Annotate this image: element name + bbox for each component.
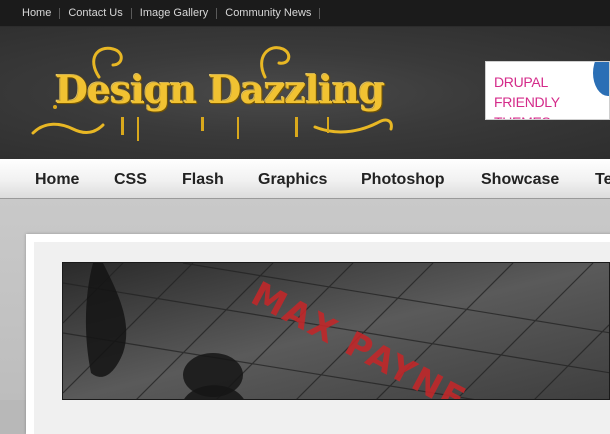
main-nav-truncated[interactable]: Te bbox=[595, 171, 610, 189]
top-nav: Home Contact Us Image Gallery Community … bbox=[13, 0, 321, 26]
top-nav-contact-us[interactable]: Contact Us bbox=[60, 7, 130, 19]
featured-image-artwork: MAX PAYNE bbox=[63, 263, 609, 399]
top-bar: Home Contact Us Image Gallery Community … bbox=[0, 0, 610, 27]
main-nav-css[interactable]: CSS bbox=[114, 171, 147, 189]
site-header: Design Dazzling DRUPAL FRIENDLY THEMES bbox=[0, 27, 610, 159]
main-nav-home[interactable]: Home bbox=[35, 171, 79, 189]
main-nav-graphics[interactable]: Graphics bbox=[258, 171, 327, 189]
main-nav: Home CSS Flash Graphics Photoshop Showca… bbox=[0, 159, 610, 199]
main-nav-flash[interactable]: Flash bbox=[182, 171, 224, 189]
top-nav-home[interactable]: Home bbox=[13, 7, 59, 19]
top-nav-separator bbox=[319, 7, 321, 19]
site-logo[interactable]: Design Dazzling bbox=[25, 37, 400, 149]
featured-image[interactable]: MAX PAYNE bbox=[62, 262, 610, 400]
main-nav-photoshop[interactable]: Photoshop bbox=[361, 171, 445, 189]
ad-banner-text: DRUPAL FRIENDLY THEMES bbox=[494, 72, 604, 119]
ad-banner-drupal-themes[interactable]: DRUPAL FRIENDLY THEMES bbox=[485, 61, 610, 120]
top-nav-image-gallery[interactable]: Image Gallery bbox=[132, 7, 216, 19]
top-nav-community-news[interactable]: Community News bbox=[217, 7, 319, 19]
logo-text: Design Dazzling bbox=[55, 67, 385, 112]
ad-banner-line1: DRUPAL bbox=[494, 74, 548, 90]
main-nav-showcase[interactable]: Showcase bbox=[481, 171, 559, 189]
ad-banner-line2: FRIENDLY THEMES bbox=[494, 94, 560, 119]
